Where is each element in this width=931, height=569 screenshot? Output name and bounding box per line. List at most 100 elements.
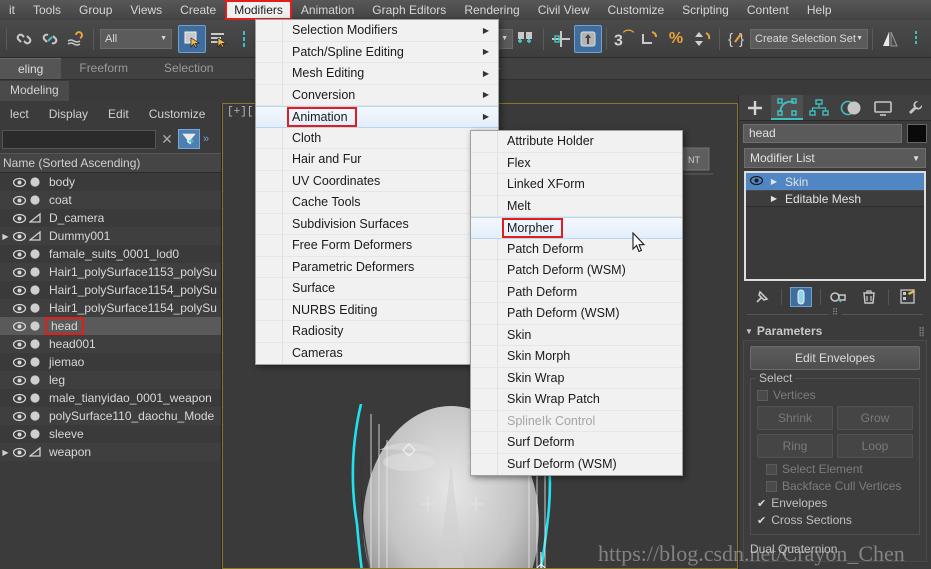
scene-explorer-row[interactable]: head001 [0, 335, 221, 353]
menu-item-skin-wrap-patch[interactable]: Skin Wrap Patch [471, 389, 682, 411]
scene-explorer-row[interactable]: male_tianyidao_0001_weapon [0, 389, 221, 407]
visibility-eye-icon[interactable] [11, 213, 27, 224]
create-tab[interactable] [739, 95, 771, 120]
viewcube-widget[interactable]: NT [679, 144, 715, 183]
modifier-stack-row[interactable]: ▶ Editable Mesh [746, 190, 924, 207]
menu-item-skin[interactable]: Skin [471, 325, 682, 346]
menu-item-nurbs-editing[interactable]: NURBS Editing▶ [256, 300, 498, 321]
menu-item-path-deform-wsm[interactable]: Path Deform (WSM) [471, 303, 682, 325]
backface-cull-checkbox-row[interactable]: Backface Cull Vertices [757, 479, 913, 493]
angle-snap-icon[interactable]: 3⌒ [611, 24, 637, 54]
menu-views[interactable]: Views [121, 1, 171, 20]
menu-create[interactable]: Create [171, 1, 225, 20]
menu-item-skin-morph[interactable]: Skin Morph [471, 346, 682, 368]
select-element-checkbox-row[interactable]: Select Element [757, 462, 913, 476]
menu-tools[interactable]: Tools [24, 1, 70, 20]
envelopes-checkbox[interactable]: ✔ [757, 497, 766, 510]
visibility-eye-icon[interactable] [11, 231, 27, 242]
menu-item-surf-deform[interactable]: Surf Deform [471, 432, 682, 454]
menu-item-path-deform[interactable]: Path Deform [471, 282, 682, 303]
modifier-expand-icon[interactable]: ▶ [766, 177, 782, 186]
menu-item-morpher[interactable]: Morpher [471, 217, 682, 239]
expand-options-icon[interactable]: » [203, 133, 219, 145]
menu-item-skin-wrap[interactable]: Skin Wrap [471, 368, 682, 389]
visibility-eye-icon[interactable] [11, 303, 27, 314]
visibility-eye-icon[interactable] [11, 447, 27, 458]
visibility-eye-icon[interactable] [11, 249, 27, 260]
ribbon-panel-modeling[interactable]: Modeling [0, 81, 69, 101]
explorer-menu-edit[interactable]: Edit [98, 107, 139, 121]
visibility-eye-icon[interactable] [11, 267, 27, 278]
menu-animation[interactable]: Animation [292, 1, 363, 20]
visibility-eye-icon[interactable] [11, 375, 27, 386]
menu-item-surf-deform-wsm[interactable]: Surf Deform (WSM) [471, 454, 682, 476]
scene-explorer-row[interactable]: ▶ weapon [0, 443, 221, 461]
edit-named-selection-icon[interactable] [689, 24, 715, 54]
envelopes-checkbox-row[interactable]: ✔ Envelopes [757, 496, 913, 510]
select-by-name-icon[interactable] [206, 24, 232, 54]
menu-modifiers[interactable]: Modifiers [225, 0, 292, 20]
scene-explorer-row[interactable]: coat [0, 191, 221, 209]
scene-explorer-row[interactable]: sleeve [0, 425, 221, 443]
explorer-menu-customize[interactable]: Customize [139, 107, 216, 121]
grow-button[interactable]: Grow [837, 406, 913, 430]
visibility-eye-icon[interactable] [11, 339, 27, 350]
visibility-eye-icon[interactable] [11, 321, 27, 332]
menu-item-cameras[interactable]: Cameras▶ [256, 343, 498, 365]
visibility-eye-icon[interactable] [11, 357, 27, 368]
modifier-expand-icon[interactable]: ▶ [766, 194, 782, 203]
scene-explorer-row[interactable]: Hair1_polySurface1154_polySu [0, 281, 221, 299]
menu-item-animation[interactable]: Animation ▶ [256, 106, 498, 128]
explorer-menu-lect[interactable]: lect [0, 107, 39, 121]
scene-explorer-row[interactable]: famale_suits_0001_lod0 [0, 245, 221, 263]
scene-explorer-row[interactable]: head [0, 317, 221, 335]
search-input[interactable] [2, 129, 156, 149]
unlink-icon[interactable] [37, 24, 63, 54]
menu-content[interactable]: Content [738, 1, 798, 20]
cross-sections-checkbox-row[interactable]: ✔ Cross Sections [757, 513, 913, 527]
filter-icon[interactable] [178, 129, 200, 149]
menu-item-mesh-editing[interactable]: Mesh Editing ▶ [256, 63, 498, 85]
ribbon-tab-selection[interactable]: Selection [146, 58, 231, 79]
menu-item-uv-coordinates[interactable]: UV Coordinates▶ [256, 171, 498, 192]
motion-tab[interactable] [835, 95, 867, 120]
modifier-stack[interactable]: ▶ Skin ▶ Editable Mesh [744, 171, 926, 281]
menu-it[interactable]: it [0, 1, 24, 20]
scene-explorer-row[interactable]: jiemao [0, 353, 221, 371]
menu-item-linked-xform[interactable]: Linked XForm [471, 174, 682, 196]
visibility-eye-icon[interactable] [11, 393, 27, 404]
scene-explorer-row[interactable]: body [0, 173, 221, 191]
menu-item-patch-spline-editing[interactable]: Patch/Spline Editing ▶ [256, 42, 498, 63]
select-and-move-icon[interactable] [574, 24, 602, 53]
select-object-icon[interactable] [178, 24, 206, 53]
object-color-swatch[interactable] [907, 123, 927, 143]
visibility-eye-icon[interactable] [11, 429, 27, 440]
menu-graph-editors[interactable]: Graph Editors [363, 1, 455, 20]
utilities-tab[interactable] [899, 95, 931, 120]
menu-civil-view[interactable]: Civil View [529, 1, 599, 20]
ring-button[interactable]: Ring [757, 434, 833, 458]
menu-customize[interactable]: Customize [598, 1, 673, 20]
edit-envelopes-button[interactable]: Edit Envelopes [750, 346, 920, 370]
visibility-eye-icon[interactable] [11, 411, 27, 422]
link-icon[interactable] [11, 24, 37, 54]
named-selection-sets-icon[interactable]: {} [724, 24, 750, 54]
menu-item-flex[interactable]: Flex [471, 153, 682, 174]
ribbon-tab-eling[interactable]: eling [0, 58, 62, 79]
menu-rendering[interactable]: Rendering [455, 1, 528, 20]
visibility-eye-icon[interactable] [11, 285, 27, 296]
align-icon[interactable] [548, 24, 574, 54]
scene-explorer-column-header[interactable]: Name (Sorted Ascending) [0, 153, 221, 173]
scene-explorer-row[interactable]: D_camera [0, 209, 221, 227]
snaps-toggle-icon[interactable] [513, 24, 539, 54]
hierarchy-tab[interactable] [803, 95, 835, 120]
clear-search-icon[interactable]: ✕ [159, 131, 175, 148]
display-tab[interactable] [867, 95, 899, 120]
menu-item-cache-tools[interactable]: Cache Tools▶ [256, 192, 498, 214]
menu-item-patch-deform[interactable]: Patch Deform [471, 239, 682, 260]
expand-arrow-icon[interactable]: ▶ [0, 232, 11, 241]
menu-group[interactable]: Group [70, 1, 121, 20]
modify-tab[interactable] [771, 95, 803, 120]
select-element-checkbox[interactable] [766, 463, 777, 475]
visibility-eye-icon[interactable] [11, 195, 27, 206]
